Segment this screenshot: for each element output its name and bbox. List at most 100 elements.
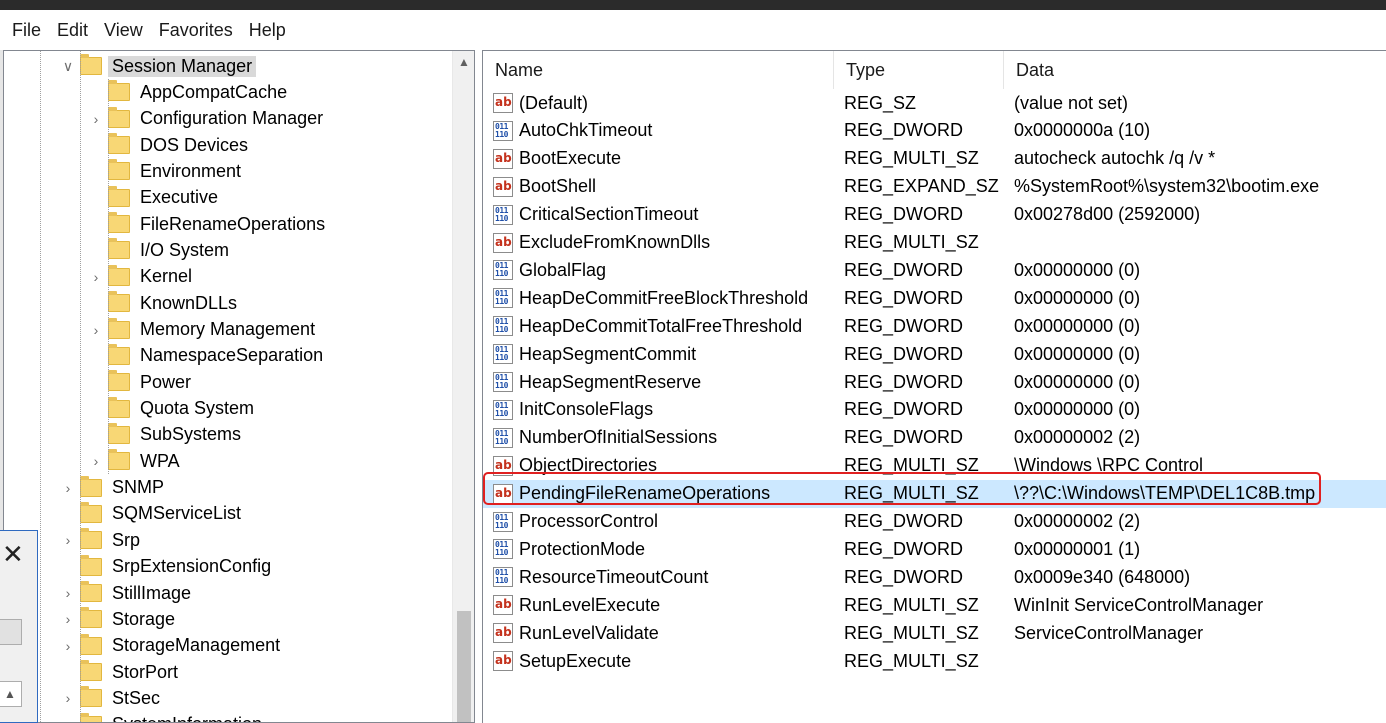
chevron-right-icon[interactable]: ›: [88, 453, 104, 469]
value-row[interactable]: ab RunLevelExecute REG_MULTI_SZ WinInit Ser…: [483, 591, 1386, 619]
value-row[interactable]: 011 110 CriticalSectionTimeout REG_DWORD 0x0…: [483, 201, 1386, 229]
column-header-name[interactable]: Name: [483, 51, 834, 89]
value-name-cell: ab RunLevelExecute: [483, 595, 834, 616]
menu-edit[interactable]: Edit: [49, 10, 96, 50]
tree-item-sibling[interactable]: › Srp: [60, 527, 144, 553]
close-icon[interactable]: ✕: [2, 539, 24, 570]
value-row[interactable]: 011 110 GlobalFlag REG_DWORD 0x00000000 (0): [483, 256, 1386, 284]
value-row[interactable]: 011 110 ProtectionMode REG_DWORD 0x00000001 …: [483, 535, 1386, 563]
value-row[interactable]: 011 110 HeapSegmentReserve REG_DWORD 0x00000…: [483, 368, 1386, 396]
value-name-cell: 011 110 HeapDeCommitFreeBlockThreshold: [483, 288, 834, 309]
tree-item-sibling[interactable]: SQMServiceList: [60, 501, 245, 527]
menu-view[interactable]: View: [96, 10, 151, 50]
tree-item-child[interactable]: NamespaceSeparation: [88, 343, 327, 369]
value-row[interactable]: 011 110 InitConsoleFlags REG_DWORD 0x0000000…: [483, 396, 1386, 424]
registry-key-tree[interactable]: ∨ Session Manager AppCompatCache › Configura…: [3, 50, 475, 723]
tree-item-sibling[interactable]: › SNMP: [60, 475, 168, 501]
value-row[interactable]: 011 110 ResourceTimeoutCount REG_DWORD 0x000…: [483, 563, 1386, 591]
folder-icon: [108, 238, 130, 260]
folder-icon: [80, 528, 102, 550]
registry-values-list[interactable]: Name Type Data ab (Default) REG_SZ (value n…: [482, 50, 1386, 723]
tree-item-label: StorageManagement: [112, 635, 281, 656]
value-row[interactable]: ab RunLevelValidate REG_MULTI_SZ ServiceCon…: [483, 619, 1386, 647]
string-value-icon: ab: [493, 455, 513, 476]
value-row[interactable]: 011 110 HeapDeCommitFreeBlockThreshold REG_…: [483, 284, 1386, 312]
value-name: PendingFileRenameOperations: [519, 483, 771, 504]
value-row[interactable]: ab BootExecute REG_MULTI_SZ autocheck autoc…: [483, 145, 1386, 173]
folder-icon: [80, 475, 102, 497]
tree-item-child[interactable]: Quota System: [88, 396, 258, 422]
tree-item-child[interactable]: I/O System: [88, 237, 233, 263]
value-row[interactable]: ab BootShell REG_EXPAND_SZ %SystemRoot%\sys…: [483, 173, 1386, 201]
tree-vertical-scrollbar[interactable]: ▲: [452, 51, 474, 722]
value-row[interactable]: ab SetupExecute REG_MULTI_SZ: [483, 647, 1386, 675]
chevron-right-icon[interactable]: ›: [60, 611, 76, 627]
chevron-right-icon[interactable]: ›: [60, 480, 76, 496]
tree-item-label: Environment: [140, 160, 242, 181]
value-row[interactable]: 011 110 ProcessorControl REG_DWORD 0x0000000…: [483, 508, 1386, 536]
chevron-right-icon[interactable]: ›: [60, 532, 76, 548]
value-name-cell: 011 110 ProcessorControl: [483, 511, 834, 532]
value-row[interactable]: 011 110 HeapSegmentCommit REG_DWORD 0x000000…: [483, 340, 1386, 368]
tree-item-child[interactable]: › WPA: [88, 448, 184, 474]
tree-item-sibling[interactable]: › StSec: [60, 685, 164, 711]
tree-item-child[interactable]: DOS Devices: [88, 132, 252, 158]
tree-item-child[interactable]: › Configuration Manager: [88, 106, 327, 132]
column-header-type[interactable]: Type: [834, 51, 1004, 89]
value-name-cell: ab RunLevelValidate: [483, 623, 834, 644]
menu-file[interactable]: File: [4, 10, 49, 50]
scroll-thumb[interactable]: [457, 611, 471, 722]
window-title-bar: [0, 0, 1386, 10]
folder-icon: [108, 343, 130, 365]
tree-item-child[interactable]: › Memory Management: [88, 317, 319, 343]
column-header-data[interactable]: Data: [1004, 51, 1386, 89]
tree-item-sibling[interactable]: SrpExtensionConfig: [60, 554, 275, 580]
chevron-right-icon[interactable]: ›: [60, 585, 76, 601]
tree-item-sibling[interactable]: StorPort: [60, 659, 182, 685]
chevron-right-icon[interactable]: ›: [88, 111, 104, 127]
value-name-cell: 011 110 GlobalFlag: [483, 260, 834, 281]
value-row[interactable]: ab ExcludeFromKnownDlls REG_MULTI_SZ: [483, 229, 1386, 257]
binary-value-icon: 011 110: [493, 316, 513, 337]
tree-item-child[interactable]: Power: [88, 369, 195, 395]
tree-item-child[interactable]: KnownDLLs: [88, 290, 241, 316]
tree-item-label: SystemInformation: [108, 714, 266, 722]
value-row[interactable]: 011 110 HeapDeCommitTotalFreeThreshold REG_…: [483, 312, 1386, 340]
tree-item-child[interactable]: AppCompatCache: [88, 79, 291, 105]
scroll-up-arrow-icon[interactable]: ▲: [453, 55, 474, 75]
folder-icon: [108, 212, 130, 234]
tree-item-sibling[interactable]: SystemInformation: [60, 712, 266, 722]
folder-icon: [80, 554, 102, 576]
chevron-right-icon[interactable]: ›: [60, 690, 76, 706]
folder-icon: [108, 317, 130, 339]
value-name-cell: ab PendingFileRenameOperations: [483, 483, 834, 504]
chevron-right-icon[interactable]: ›: [88, 322, 104, 338]
menu-favorites[interactable]: Favorites: [151, 10, 241, 50]
tree-item-child[interactable]: SubSystems: [88, 422, 245, 448]
value-data: (value not set): [1014, 92, 1129, 113]
chevron-right-icon[interactable]: ›: [88, 269, 104, 285]
folder-icon: [80, 501, 102, 523]
value-data: 0x00000000 (0): [1014, 371, 1141, 392]
dialog-scroll-up-icon[interactable]: ▲: [0, 681, 22, 707]
tree-item-session-manager[interactable]: ∨ Session Manager: [60, 53, 257, 79]
tree-item-sibling[interactable]: › StorageManagement: [60, 633, 284, 659]
value-row[interactable]: 011 110 NumberOfInitialSessions REG_DWORD 0x…: [483, 424, 1386, 452]
value-row[interactable]: ab ObjectDirectories REG_MULTI_SZ \Windows …: [483, 452, 1386, 480]
chevron-down-icon[interactable]: ∨: [60, 58, 76, 75]
binary-value-icon: 011 110: [493, 204, 513, 225]
tree-item-child[interactable]: FileRenameOperations: [88, 211, 329, 237]
value-row[interactable]: ab PendingFileRenameOperations REG_MULTI_S…: [483, 479, 1386, 508]
value-row[interactable]: ab (Default) REG_SZ (value not set): [483, 89, 1386, 117]
tree-item-label: Kernel: [140, 266, 193, 287]
chevron-right-icon[interactable]: ›: [60, 638, 76, 654]
dialog-button[interactable]: [0, 619, 22, 645]
tree-item-label: Memory Management: [140, 319, 316, 339]
tree-item-child[interactable]: Environment: [88, 158, 245, 184]
value-row[interactable]: 011 110 AutoChkTimeout REG_DWORD 0x0000000a …: [483, 117, 1386, 145]
menu-help[interactable]: Help: [241, 10, 294, 50]
tree-item-sibling[interactable]: › Storage: [60, 606, 179, 632]
value-data: 0x00000001 (1): [1014, 538, 1141, 559]
tree-item-child[interactable]: › Kernel: [88, 264, 196, 290]
value-name: ObjectDirectories: [519, 455, 658, 476]
